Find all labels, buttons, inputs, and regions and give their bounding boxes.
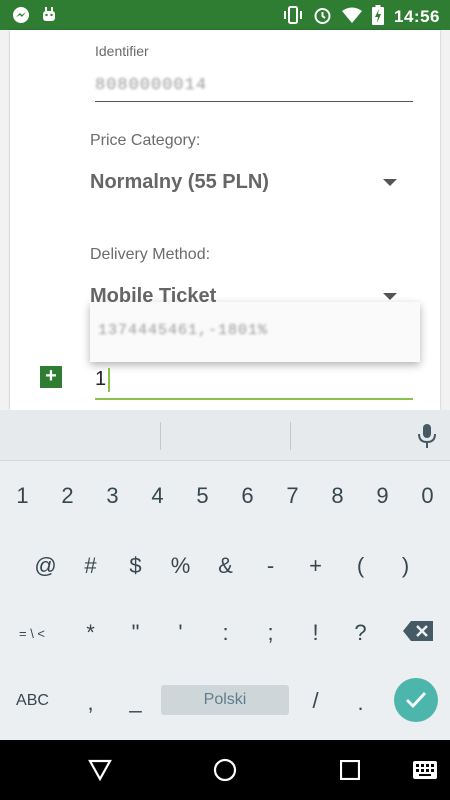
key-7[interactable]: 7 [270, 483, 315, 509]
key-4[interactable]: 4 [135, 483, 180, 509]
key-colon[interactable]: : [203, 620, 248, 646]
quantity-input[interactable]: 1 [95, 368, 106, 391]
key-1[interactable]: 1 [0, 483, 45, 509]
status-bar: 14:56 [0, 0, 450, 30]
key-semicolon[interactable]: ; [248, 620, 293, 646]
identifier-field[interactable]: 8080000014 [95, 76, 207, 95]
key-percent[interactable]: % [158, 553, 203, 579]
back-icon[interactable] [88, 759, 112, 785]
key-period[interactable]: . [338, 690, 383, 716]
price-dropdown-arrow-icon[interactable] [383, 179, 397, 186]
key-close-paren[interactable]: ) [383, 553, 428, 579]
key-underscore[interactable]: _ [113, 688, 158, 714]
delivery-method-label: Delivery Method: [90, 246, 211, 263]
key-question[interactable]: ? [338, 620, 383, 646]
battery-icon [372, 5, 385, 29]
wifi-icon [342, 7, 363, 28]
backspace-icon[interactable] [402, 620, 434, 646]
key-9[interactable]: 9 [360, 483, 405, 509]
key-more-symbols[interactable]: = \ < [8, 626, 56, 641]
messenger-icon [12, 6, 30, 28]
suggestion-divider [290, 422, 291, 450]
navigation-bar [0, 740, 450, 800]
key-asterisk[interactable]: * [68, 620, 113, 646]
text-cursor [108, 368, 110, 392]
key-5[interactable]: 5 [180, 483, 225, 509]
key-minus[interactable]: - [248, 553, 293, 579]
keyboard-switch-icon[interactable] [412, 760, 438, 784]
key-3[interactable]: 3 [90, 483, 135, 509]
key-ampersand[interactable]: & [203, 553, 248, 579]
checkmark-icon [405, 690, 427, 714]
identifier-underline [95, 101, 413, 102]
key-slash[interactable]: / [293, 688, 338, 714]
key-dollar[interactable]: $ [113, 553, 158, 579]
clock-time: 14:56 [394, 7, 440, 26]
suggestion-divider [160, 422, 161, 450]
price-category-label: Price Category: [90, 132, 201, 149]
quantity-underline [95, 398, 413, 400]
alarm-icon [313, 6, 332, 29]
autocomplete-popup[interactable]: 1374445461,-1801% [90, 302, 420, 362]
key-at[interactable]: @ [23, 553, 68, 579]
key-plus[interactable]: + [293, 553, 338, 579]
vibrate-icon [283, 6, 303, 28]
price-category-dropdown[interactable]: Normalny (55 PLN) [90, 171, 269, 194]
suggestion-strip [0, 410, 450, 461]
key-abc[interactable]: ABC [10, 692, 55, 710]
identifier-label: Identifier [95, 43, 149, 59]
done-button[interactable] [394, 678, 438, 722]
key-6[interactable]: 6 [225, 483, 270, 509]
add-item-button[interactable]: + [40, 366, 62, 388]
recents-icon[interactable] [339, 759, 361, 784]
key-0[interactable]: 0 [405, 483, 450, 509]
key-single-quote[interactable]: ' [158, 620, 203, 646]
key-8[interactable]: 8 [315, 483, 360, 509]
key-open-paren[interactable]: ( [338, 553, 383, 579]
key-2[interactable]: 2 [45, 483, 90, 509]
key-double-quote[interactable]: " [113, 620, 158, 646]
spacebar[interactable]: Polski [161, 685, 289, 715]
android-icon [40, 6, 58, 28]
autocomplete-suggestion[interactable]: 1374445461,-1801% [98, 322, 268, 339]
keyboard: 1 2 3 4 5 6 7 8 9 0 @ # $ % & - + ( ) = … [0, 410, 450, 740]
key-exclamation[interactable]: ! [293, 620, 338, 646]
key-hash[interactable]: # [68, 553, 113, 579]
microphone-icon[interactable] [417, 423, 437, 453]
home-icon[interactable] [213, 758, 237, 786]
key-comma[interactable]: , [68, 690, 113, 716]
delivery-dropdown-arrow-icon[interactable] [383, 293, 397, 300]
